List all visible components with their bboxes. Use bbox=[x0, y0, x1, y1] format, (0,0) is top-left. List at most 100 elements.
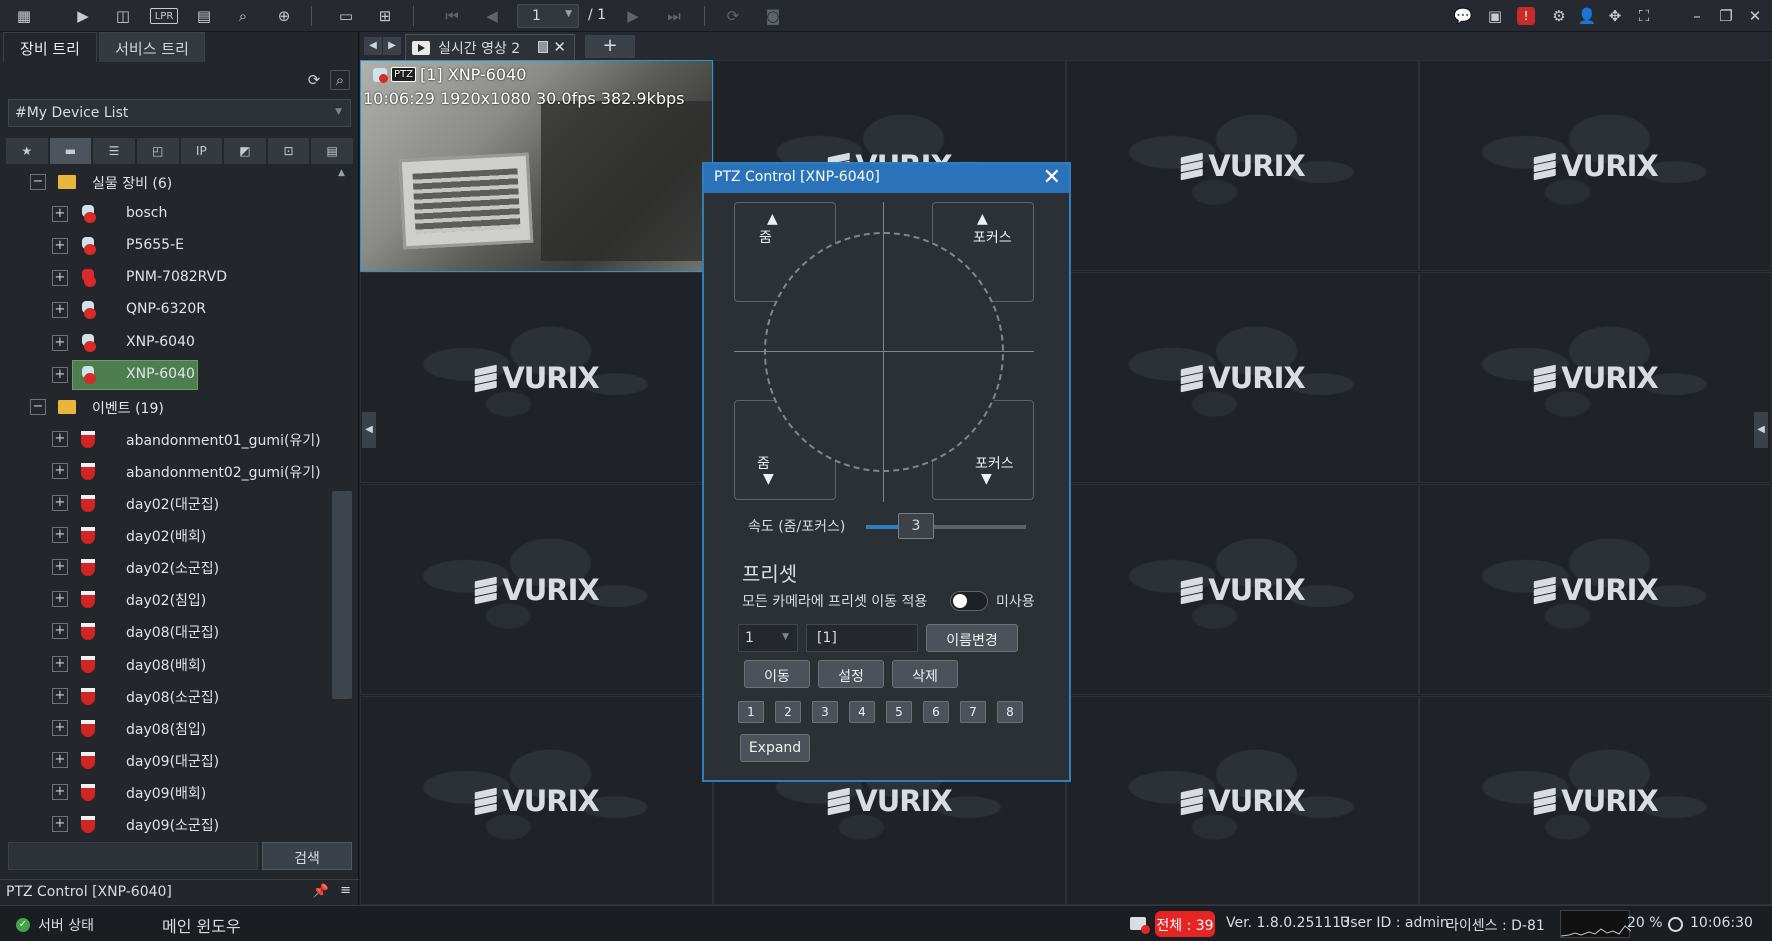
tree-item[interactable]: + day08(배회) bbox=[0, 648, 332, 680]
last-page-icon[interactable]: ⏭ bbox=[663, 5, 685, 27]
expand-icon[interactable]: + bbox=[52, 655, 68, 672]
tree-item[interactable]: + abandonment02_gumi(유기) bbox=[0, 455, 332, 487]
tree-item[interactable]: + P5655-E bbox=[0, 230, 332, 262]
tree-item[interactable]: + day09(대군집) bbox=[0, 744, 332, 776]
expand-icon[interactable]: + bbox=[52, 527, 68, 544]
settings-icon[interactable]: ⚙ bbox=[1548, 5, 1570, 27]
speed-knob[interactable]: 3 bbox=[898, 513, 934, 539]
user-icon[interactable]: 👤 bbox=[1576, 5, 1598, 27]
quick-preset-button[interactable]: 2 bbox=[775, 701, 801, 723]
tab-prev-icon[interactable]: ◀ bbox=[364, 37, 382, 55]
quick-preset-button[interactable]: 7 bbox=[960, 701, 986, 723]
collapse-left-icon[interactable]: ◀ bbox=[362, 412, 376, 448]
tab-device-tree[interactable]: 장비 트리 bbox=[3, 32, 97, 62]
expand-icon[interactable]: + bbox=[52, 783, 68, 800]
expand-icon[interactable]: + bbox=[52, 559, 68, 576]
tree-scrollbar[interactable]: ▲ ▼ bbox=[332, 166, 354, 866]
chat-icon[interactable]: 💬 bbox=[1452, 5, 1474, 27]
list-filter-icon[interactable]: ▤ bbox=[310, 137, 354, 165]
expand-icon[interactable]: + bbox=[52, 591, 68, 608]
expand-icon[interactable]: + bbox=[52, 495, 68, 511]
tree-item[interactable]: + day08(침입) bbox=[0, 712, 332, 744]
preset-name-field[interactable]: [1] bbox=[806, 624, 918, 652]
scroll-up-icon[interactable]: ▲ bbox=[338, 168, 345, 178]
restore-icon[interactable]: ❐ bbox=[1715, 5, 1737, 27]
tree-item[interactable]: + PNM-7082RVD bbox=[0, 262, 332, 294]
folder-filter-icon[interactable]: ▬ bbox=[48, 137, 93, 165]
tree-item[interactable]: + QNP-6320R bbox=[0, 294, 332, 326]
tree-item[interactable]: + XNP-6040 bbox=[0, 327, 332, 359]
tree-item[interactable]: + abandonment01_gumi(유기) bbox=[0, 423, 332, 455]
empty-video-tile[interactable]: VURIX bbox=[1419, 696, 1772, 905]
page-number-select[interactable]: 1 ▼ bbox=[517, 4, 579, 28]
lpr-icon[interactable]: LPR bbox=[150, 8, 178, 24]
device-search-icon[interactable]: ⌕ bbox=[232, 5, 254, 27]
device-list-select[interactable]: #My Device List ▼ bbox=[8, 99, 351, 127]
server-filter-icon[interactable]: ☰ bbox=[92, 137, 136, 165]
tree-item[interactable]: + day02(대군집) bbox=[0, 487, 332, 519]
empty-video-tile[interactable]: VURIX bbox=[1066, 696, 1419, 905]
empty-video-tile[interactable]: VURIX bbox=[360, 696, 713, 905]
tree-item[interactable]: + bosch bbox=[0, 198, 332, 230]
empty-video-tile[interactable]: VURIX bbox=[1419, 484, 1772, 695]
expand-icon[interactable]: + bbox=[52, 238, 68, 255]
tree-folder[interactable]: − 이벤트 (19) bbox=[0, 391, 332, 423]
tree-item[interactable]: + day02(침입) bbox=[0, 583, 332, 615]
expand-icon[interactable]: + bbox=[52, 430, 68, 447]
move-icon[interactable]: ✥ bbox=[1604, 5, 1626, 27]
video-tile-xnp-6040[interactable]: PTZ [1] XNP-6040 10:06:29 1920x1080 30.0… bbox=[360, 60, 713, 272]
tree-search-input[interactable] bbox=[8, 842, 258, 870]
sequence-icon[interactable]: ⟳ bbox=[722, 5, 744, 27]
alarm-icon[interactable]: ! bbox=[1517, 7, 1535, 25]
search-button[interactable]: 검색 bbox=[262, 842, 352, 870]
tree-item[interactable]: + day02(소군집) bbox=[0, 551, 332, 583]
empty-video-tile[interactable]: VURIX bbox=[1066, 484, 1419, 695]
fullscreen-icon[interactable]: ⛶ bbox=[1633, 5, 1655, 27]
expand-icon[interactable]: + bbox=[52, 334, 68, 351]
tab-page-icon[interactable] bbox=[538, 41, 548, 53]
tab-next-icon[interactable]: ▶ bbox=[383, 37, 401, 55]
ip-filter-icon[interactable]: IP bbox=[179, 137, 224, 165]
empty-video-tile[interactable]: VURIX bbox=[360, 272, 713, 483]
first-page-icon[interactable]: ⏮ bbox=[441, 5, 463, 27]
search-icon[interactable]: ⌕ bbox=[330, 70, 350, 90]
pin-icon[interactable]: 📌 bbox=[313, 884, 329, 899]
snapshot-icon[interactable]: ◙ bbox=[762, 5, 784, 27]
rename-button[interactable]: 이름변경 bbox=[926, 624, 1018, 652]
pan-tilt-circle[interactable] bbox=[764, 232, 1004, 472]
dialog-close-icon[interactable]: ✕ bbox=[1043, 165, 1061, 190]
tree-item[interactable]: + XNP-6040 bbox=[0, 359, 332, 391]
delete-button[interactable]: 삭제 bbox=[892, 660, 958, 688]
add-layout-icon[interactable]: ⊞ bbox=[374, 5, 396, 27]
quick-preset-button[interactable]: 1 bbox=[738, 701, 764, 723]
scroll-thumb[interactable] bbox=[332, 491, 352, 699]
speed-slider[interactable]: 3 bbox=[866, 513, 1026, 539]
apply-all-toggle[interactable] bbox=[950, 591, 988, 611]
event-search-icon[interactable]: ▤ bbox=[193, 5, 215, 27]
quick-preset-button[interactable]: 3 bbox=[812, 701, 838, 723]
expand-icon[interactable]: + bbox=[52, 623, 68, 640]
add-tab-button[interactable]: + bbox=[585, 35, 635, 58]
tree-item[interactable]: + day08(대군집) bbox=[0, 615, 332, 647]
server-state[interactable]: 서버 상태 bbox=[38, 915, 94, 935]
map-filter-icon[interactable]: ◰ bbox=[135, 137, 180, 165]
monitor-icon[interactable]: ▣ bbox=[1484, 5, 1506, 27]
playback-search-icon[interactable]: ◫ bbox=[112, 5, 134, 27]
expand-icon[interactable]: + bbox=[52, 366, 68, 383]
expand-icon[interactable]: + bbox=[52, 687, 68, 704]
panel-menu-icon[interactable]: ≡ bbox=[340, 883, 351, 898]
server-alert-icon[interactable] bbox=[1130, 917, 1150, 934]
refresh-icon[interactable]: ⟳ bbox=[304, 70, 324, 90]
camera-filter-icon[interactable]: ◩ bbox=[223, 137, 267, 165]
tree-folder[interactable]: − 실물 장비 (6) bbox=[0, 166, 332, 198]
expand-icon[interactable]: + bbox=[52, 302, 68, 319]
tab-service-tree[interactable]: 서비스 트리 bbox=[99, 32, 205, 62]
collapse-icon[interactable]: − bbox=[30, 174, 46, 190]
quick-preset-button[interactable]: 5 bbox=[886, 701, 912, 723]
preset-number-select[interactable]: 1 ▼ bbox=[738, 624, 798, 652]
expand-icon[interactable]: + bbox=[52, 206, 68, 223]
quick-preset-button[interactable]: 8 bbox=[997, 701, 1023, 723]
map-icon[interactable]: ⊕ bbox=[273, 5, 295, 27]
close-icon[interactable]: ✕ bbox=[1744, 5, 1766, 27]
collapse-right-icon[interactable]: ◀ bbox=[1754, 412, 1768, 448]
